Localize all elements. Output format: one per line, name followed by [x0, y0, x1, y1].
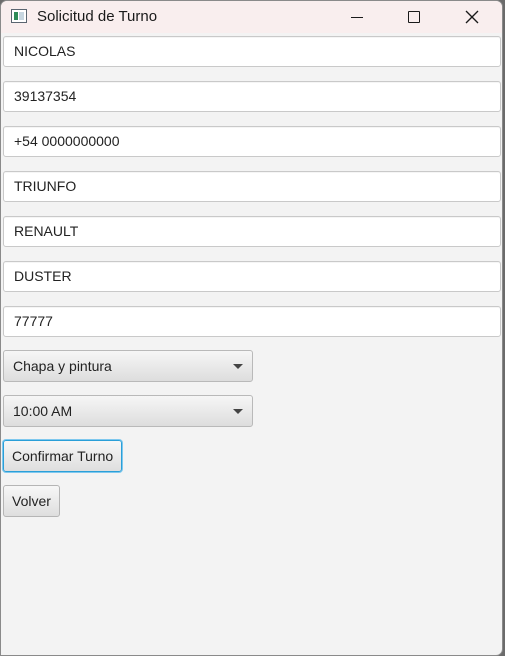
minimize-icon — [351, 16, 363, 18]
service-select-value: Chapa y pintura — [13, 358, 112, 374]
window-title: Solicitud de Turno — [37, 8, 158, 25]
maximize-icon — [408, 11, 420, 23]
chevron-down-icon — [233, 409, 243, 414]
address-field[interactable]: TRIUNFO — [3, 171, 501, 202]
close-button[interactable] — [449, 1, 495, 33]
app-window: Solicitud de Turno NICOLAS 39137354 +54 … — [0, 0, 503, 656]
time-select-value: 10:00 AM — [13, 403, 73, 419]
model-field[interactable]: DUSTER — [3, 261, 501, 292]
brand-field[interactable]: RENAULT — [3, 216, 501, 247]
maximize-button[interactable] — [391, 1, 437, 33]
chevron-down-icon — [233, 364, 243, 369]
dni-field[interactable]: 39137354 — [3, 81, 501, 112]
app-icon — [11, 9, 27, 23]
name-field[interactable]: NICOLAS — [3, 36, 501, 67]
title-bar[interactable]: Solicitud de Turno — [1, 1, 502, 33]
back-button[interactable]: Volver — [3, 485, 60, 517]
plate-field[interactable]: 77777 — [3, 306, 501, 337]
time-select[interactable]: 10:00 AM — [3, 395, 253, 427]
minimize-button[interactable] — [334, 1, 380, 33]
close-icon — [465, 10, 479, 24]
phone-field[interactable]: +54 0000000000 — [3, 126, 501, 157]
service-select[interactable]: Chapa y pintura — [3, 350, 253, 382]
confirm-button[interactable]: Confirmar Turno — [3, 440, 123, 472]
